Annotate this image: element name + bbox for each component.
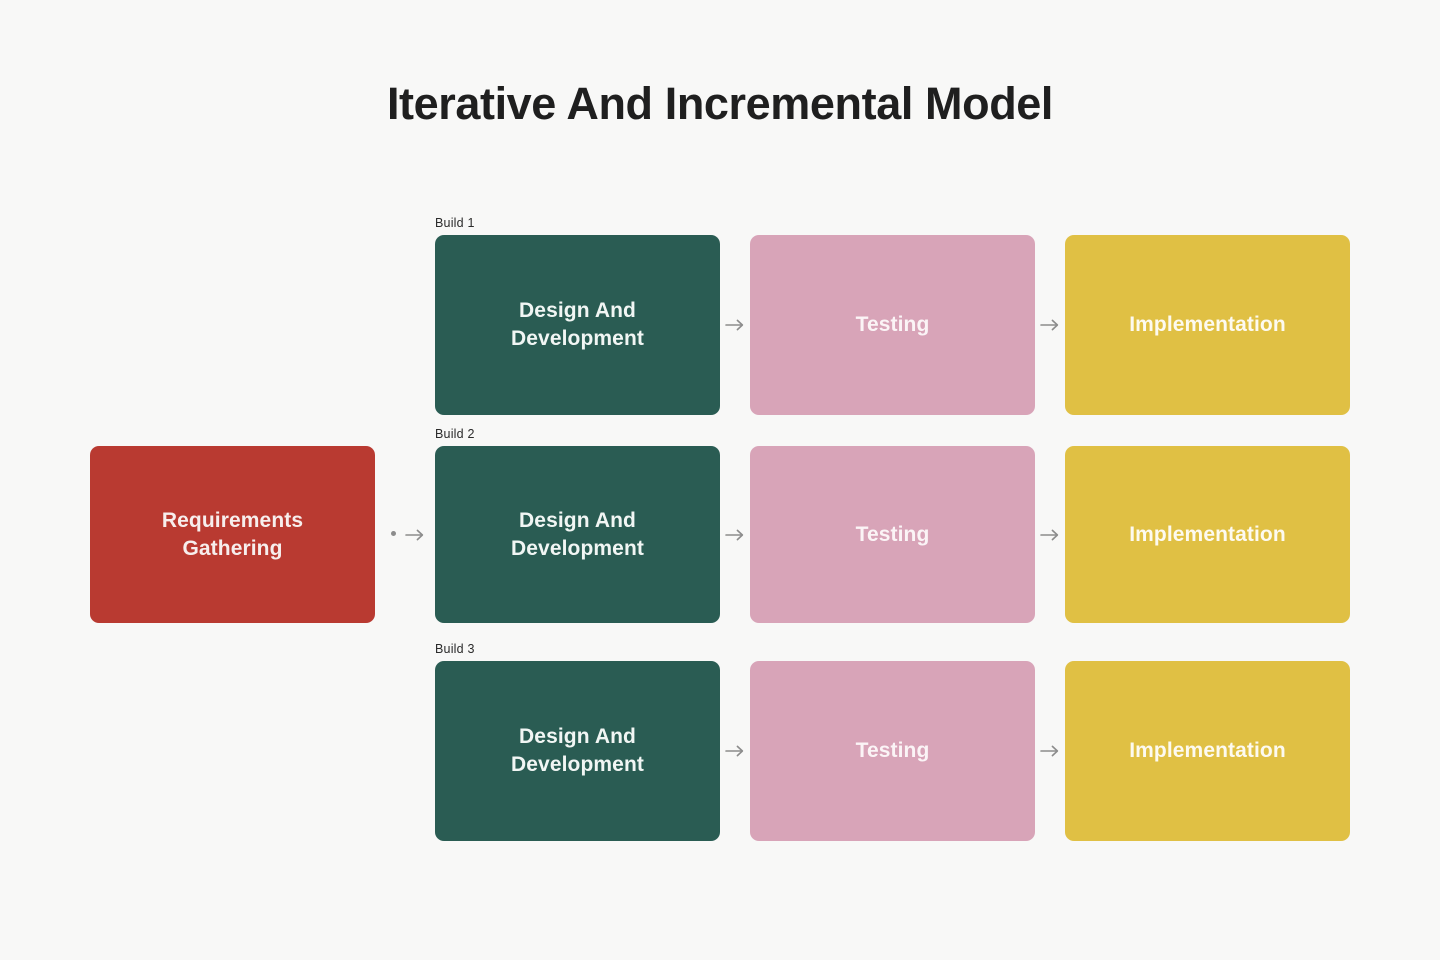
node-implementation-label: Implementation	[1129, 313, 1286, 337]
node-implementation-build-1[interactable]: Implementation	[1065, 235, 1350, 415]
node-testing-label: Testing	[855, 313, 930, 337]
node-requirements-gathering-label: Requirements Gathering	[161, 508, 304, 560]
node-design-and-development-build-2[interactable]: Design And Development	[435, 446, 720, 623]
arrow-testing-to-implementation-build-2-icon	[1035, 520, 1065, 550]
node-design-and-development-build-3[interactable]: Design And Development	[435, 661, 720, 841]
arrow-design-to-testing-build-2-icon	[720, 520, 750, 550]
node-testing-build-2[interactable]: Testing	[750, 446, 1035, 623]
node-testing-build-1[interactable]: Testing	[750, 235, 1035, 415]
arrow-testing-to-implementation-build-1-icon	[1035, 310, 1065, 340]
build-label-3: Build 3	[435, 642, 475, 656]
node-design-and-development-build-1[interactable]: Design And Development	[435, 235, 720, 415]
arrow-design-to-testing-build-1-icon	[720, 310, 750, 340]
branch-dot-icon	[391, 531, 396, 536]
arrow-design-to-testing-build-3-icon	[720, 736, 750, 766]
node-implementation-build-3[interactable]: Implementation	[1065, 661, 1350, 841]
node-design-and-development-label: Design And Development	[511, 725, 644, 776]
node-implementation-label: Implementation	[1129, 522, 1286, 546]
node-testing-label: Testing	[855, 739, 930, 763]
node-testing-build-3[interactable]: Testing	[750, 661, 1035, 841]
build-label-2: Build 2	[435, 427, 475, 441]
node-design-and-development-label: Design And Development	[511, 508, 644, 560]
node-implementation-label: Implementation	[1129, 739, 1286, 763]
arrow-testing-to-implementation-build-3-icon	[1035, 736, 1065, 766]
diagram-canvas: Requirements Gathering Build 1 Design An…	[0, 0, 1440, 960]
arrow-requirements-to-build-icon	[400, 520, 430, 550]
node-design-and-development-label: Design And Development	[511, 299, 644, 350]
build-label-1: Build 1	[435, 216, 475, 230]
node-requirements-gathering[interactable]: Requirements Gathering	[90, 446, 375, 623]
node-testing-label: Testing	[855, 522, 930, 546]
node-implementation-build-2[interactable]: Implementation	[1065, 446, 1350, 623]
